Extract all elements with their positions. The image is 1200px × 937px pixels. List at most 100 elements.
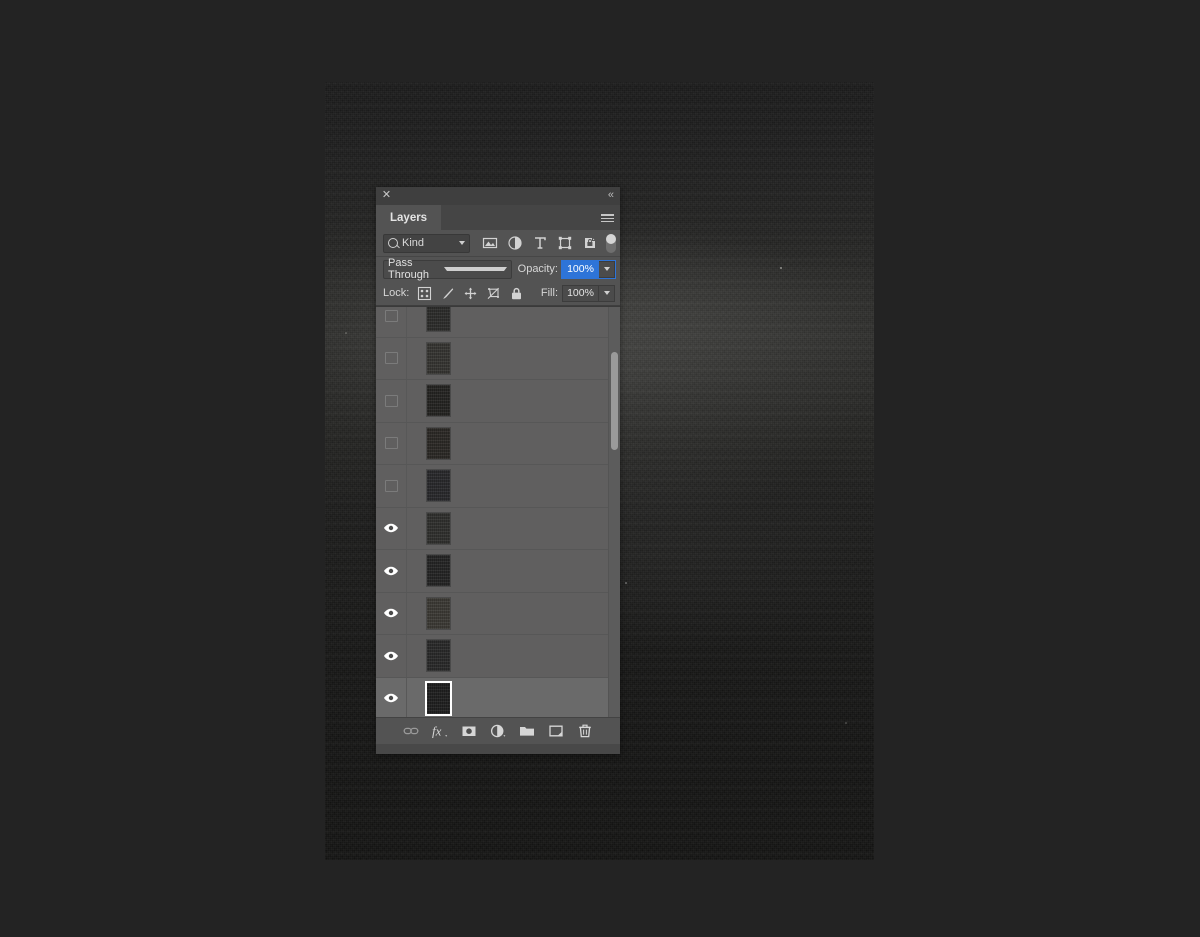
layer-row[interactable] [376,635,620,678]
new-group-icon[interactable] [519,723,535,739]
layer-thumbnail[interactable] [426,597,451,630]
filter-enable-toggle[interactable] [606,234,616,253]
eye-icon[interactable] [383,693,399,703]
layer-thumbnail[interactable] [426,639,451,672]
new-adjustment-layer-icon[interactable] [490,723,506,739]
filter-shape-icon[interactable] [558,236,572,250]
layer-thumbnail-cell[interactable] [407,597,469,630]
add-layer-mask-icon[interactable] [461,723,477,739]
layer-visibility-cell[interactable] [376,508,407,550]
tab-layers[interactable]: Layers [376,205,441,230]
layer-visibility-cell[interactable] [376,338,407,380]
chevron-down-icon [444,267,506,271]
layer-row[interactable] [376,678,620,718]
filter-type-icon[interactable] [533,236,547,250]
lock-label: Lock: [383,287,409,299]
layer-thumbnail[interactable] [425,681,452,716]
link-layers-icon[interactable] [403,723,419,739]
eye-off-icon[interactable] [385,437,398,449]
layer-visibility-cell[interactable] [376,593,407,635]
svg-text:fx: fx [432,724,442,739]
fill-label: Fill: [541,287,558,299]
filter-kind-label: Kind [402,237,459,249]
layers-scrollbar-track[interactable] [608,307,620,717]
layers-bottom-toolbar: fx [376,717,620,744]
layer-row[interactable] [376,465,620,508]
layer-visibility-cell[interactable] [376,423,407,465]
layer-thumbnail-cell[interactable] [407,427,469,460]
lock-image-pixels-icon[interactable] [441,287,454,300]
opacity-stepper[interactable] [599,261,615,278]
layer-visibility-cell[interactable] [376,635,407,677]
opacity-field-group[interactable]: 100% [562,261,615,278]
fill-stepper[interactable] [599,285,615,302]
filter-smart-object-icon[interactable] [583,236,597,250]
delete-layer-icon[interactable] [577,723,593,739]
eye-off-icon[interactable] [385,310,398,322]
layer-visibility-cell[interactable] [376,678,407,718]
blend-mode-value: Pass Through [388,257,444,281]
panel-titlebar: ✕ « [376,187,620,205]
layer-thumbnail[interactable] [426,342,451,375]
layer-thumbnail[interactable] [426,469,451,502]
layers-scrollbar-thumb[interactable] [611,352,618,450]
layer-thumbnail-cell[interactable] [407,681,469,716]
blend-mode-row: Pass Through Opacity: 100% [376,257,620,281]
layer-thumbnail-cell[interactable] [407,306,469,332]
layer-visibility-cell[interactable] [376,465,407,507]
layer-row[interactable] [376,306,620,338]
layer-thumbnail[interactable] [426,554,451,587]
lock-transparency-icon[interactable] [418,287,431,300]
chevron-down-icon [604,267,610,271]
layer-style-fx-icon[interactable]: fx [432,723,448,739]
eye-icon[interactable] [383,523,399,533]
fill-input[interactable]: 100% [562,285,599,302]
layer-thumbnail-cell[interactable] [407,342,469,375]
close-icon[interactable]: ✕ [381,190,392,201]
fill-field-group[interactable]: 100% [562,285,615,302]
filter-pixel-icon[interactable] [483,236,497,250]
lock-position-icon[interactable] [464,287,477,300]
layer-thumbnail[interactable] [426,427,451,460]
layer-visibility-cell[interactable] [376,550,407,592]
layer-row[interactable] [376,508,620,551]
layers-list-viewport[interactable] [376,306,620,717]
layer-row[interactable] [376,423,620,466]
layer-thumbnail-cell[interactable] [407,469,469,502]
layer-thumbnail[interactable] [426,306,451,332]
eye-off-icon[interactable] [385,480,398,492]
layer-thumbnail[interactable] [426,384,451,417]
blend-mode-select[interactable]: Pass Through [383,260,512,279]
lock-artboard-nesting-icon[interactable] [487,287,500,300]
eye-icon[interactable] [383,566,399,576]
lock-all-icon[interactable] [510,287,523,300]
layer-thumbnail-cell[interactable] [407,512,469,545]
eye-icon[interactable] [383,608,399,618]
eye-off-icon[interactable] [385,352,398,364]
opacity-input[interactable]: 100% [562,261,599,278]
layer-thumbnail-cell[interactable] [407,554,469,587]
layer-visibility-cell[interactable] [376,380,407,422]
layer-row[interactable] [376,550,620,593]
filter-adjustment-icon[interactable] [508,236,522,250]
layers-list [376,306,620,717]
layer-row[interactable] [376,338,620,381]
new-layer-icon[interactable] [548,723,564,739]
chevron-down-icon [604,291,610,295]
panel-menu-icon[interactable] [601,214,614,223]
layer-row[interactable] [376,593,620,636]
layer-thumbnail-cell[interactable] [407,639,469,672]
app-root: ✕ « Layers Kind [0,0,1200,937]
filter-kind-select[interactable]: Kind [383,234,470,253]
collapse-icon[interactable]: « [608,189,614,202]
layer-row[interactable] [376,380,620,423]
layers-panel: ✕ « Layers Kind [376,187,620,754]
layer-visibility-cell[interactable] [376,306,407,337]
eye-off-icon[interactable] [385,395,398,407]
layer-thumbnail-cell[interactable] [407,384,469,417]
layer-thumbnail[interactable] [426,512,451,545]
panel-tabstrip: Layers [376,205,620,230]
panel-footer [376,744,620,754]
tab-layers-label: Layers [390,212,427,224]
eye-icon[interactable] [383,651,399,661]
